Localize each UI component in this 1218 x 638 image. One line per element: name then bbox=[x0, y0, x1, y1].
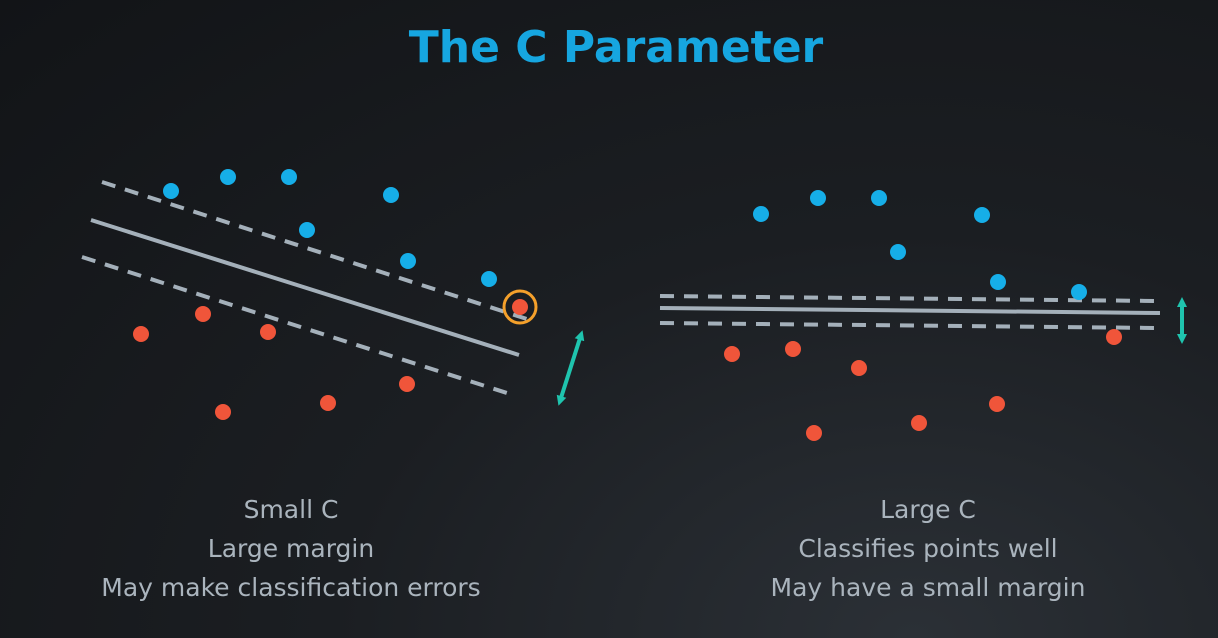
right-blue-point bbox=[1071, 284, 1087, 300]
left-caption-line: May make classification errors bbox=[101, 573, 481, 602]
right-panel bbox=[659, 190, 1187, 441]
right-red-point bbox=[911, 415, 927, 431]
left-blue-point bbox=[481, 271, 497, 287]
left-misclassified-red-point bbox=[512, 299, 528, 315]
left-decision-boundary bbox=[90, 218, 520, 357]
left-panel bbox=[81, 169, 585, 420]
right-decision-boundary bbox=[659, 306, 1161, 315]
left-red-point bbox=[260, 324, 276, 340]
left-red-point bbox=[133, 326, 149, 342]
left-lower-margin-line bbox=[81, 255, 511, 396]
left-red-point bbox=[195, 306, 211, 322]
right-caption: Large C Classifies points well May have … bbox=[678, 490, 1178, 607]
left-blue-point bbox=[299, 222, 315, 238]
left-caption-line: Large margin bbox=[207, 534, 375, 563]
right-red-point bbox=[724, 346, 740, 362]
right-blue-point bbox=[990, 274, 1006, 290]
left-blue-point bbox=[383, 187, 399, 203]
right-blue-point bbox=[810, 190, 826, 206]
double-headed-arrow-icon bbox=[556, 330, 585, 406]
left-red-point bbox=[320, 395, 336, 411]
right-caption-line: May have a small margin bbox=[770, 573, 1086, 602]
right-lower-margin-line bbox=[659, 321, 1161, 330]
left-blue-point bbox=[281, 169, 297, 185]
left-red-point bbox=[215, 404, 231, 420]
right-red-point bbox=[806, 425, 822, 441]
left-caption: Small C Large margin May make classifica… bbox=[41, 490, 541, 607]
left-blue-point bbox=[400, 253, 416, 269]
right-blue-point bbox=[974, 207, 990, 223]
left-blue-point bbox=[220, 169, 236, 185]
right-caption-line: Large C bbox=[880, 495, 976, 524]
right-blue-point bbox=[871, 190, 887, 206]
left-blue-point bbox=[163, 183, 179, 199]
right-blue-point bbox=[753, 206, 769, 222]
left-upper-margin-line bbox=[101, 180, 531, 322]
right-red-point bbox=[851, 360, 867, 376]
right-blue-point bbox=[890, 244, 906, 260]
right-red-point bbox=[1106, 329, 1122, 345]
left-red-point bbox=[399, 376, 415, 392]
right-red-point bbox=[785, 341, 801, 357]
right-caption-line: Classifies points well bbox=[798, 534, 1058, 563]
right-red-point bbox=[989, 396, 1005, 412]
left-caption-line: Small C bbox=[243, 495, 339, 524]
